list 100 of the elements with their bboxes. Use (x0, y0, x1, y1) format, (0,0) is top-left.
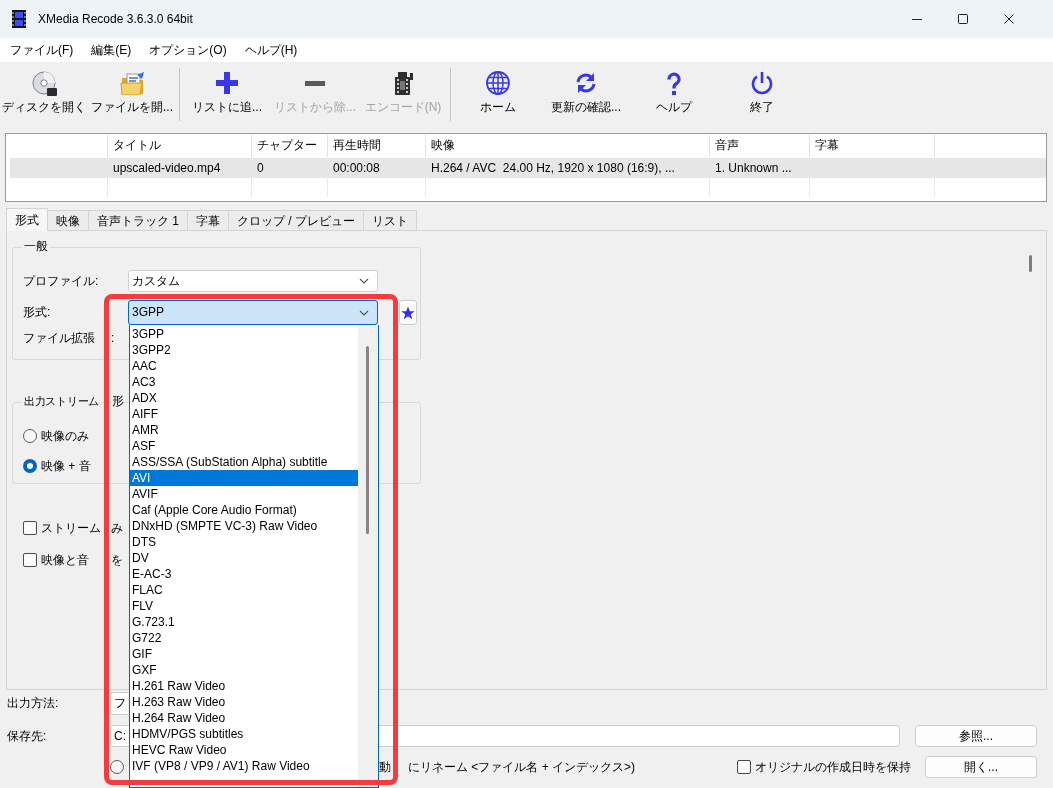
checkbox[interactable] (737, 760, 751, 774)
film-strip-icon (12, 10, 26, 28)
format-option[interactable]: E-AC-3 (130, 566, 358, 582)
option-label: を (111, 552, 123, 568)
plus-icon (216, 72, 238, 94)
table-cell-text: 00:00:08 (332, 160, 381, 177)
field-label: 保存先: (7, 728, 48, 744)
film-icon (393, 71, 413, 95)
tab[interactable]: クロップ / プレビュー (228, 210, 365, 230)
refresh-icon (576, 72, 596, 94)
option-label: み (111, 520, 123, 536)
option-label: 動 (379, 759, 391, 775)
column-header[interactable]: タイトル (108, 135, 252, 157)
column-header[interactable]: チャプター (252, 135, 328, 157)
star-button[interactable] (399, 300, 417, 325)
tab[interactable]: 形式 (6, 208, 48, 231)
column-header[interactable]: 音声 (710, 135, 810, 157)
toolbar-button[interactable]: 更新の確認... (542, 62, 630, 127)
maximize-icon (958, 14, 968, 24)
format-option[interactable]: DTS (130, 534, 358, 550)
table-row[interactable]: upscaled-video.mp4 0 00:00:08 H.264 / AVC 24.00 Hz, 1920 x 1080 (16:9), ... 1. Unknown ... (10, 158, 1046, 178)
output-method-dropdown[interactable]: フ (110, 692, 128, 715)
globe-icon (486, 71, 510, 95)
menu-item[interactable]: ヘルプ(H) (235, 40, 307, 60)
scrollbar[interactable] (358, 325, 378, 787)
format-dropdown[interactable]: 3GPP (128, 300, 378, 325)
checkbox[interactable] (23, 521, 37, 535)
group-title: 一般 (22, 238, 50, 254)
option-label: にリネーム <ファイル名 + インデックス>) (408, 759, 636, 775)
format-option[interactable]: 3GPP2 (130, 342, 358, 358)
menu-item[interactable]: ファイル(F) (1, 40, 83, 60)
folder-icon (120, 71, 144, 95)
toolbar-button[interactable]: 終了 (718, 62, 806, 127)
radio-button[interactable] (23, 459, 37, 473)
help-icon (667, 71, 681, 95)
format-option[interactable]: HDMV/PGS subtitles (130, 726, 358, 742)
power-icon (751, 71, 773, 95)
format-option[interactable]: DNxHD (SMPTE VC-3) Raw Video (130, 518, 358, 534)
format-option[interactable]: ADX (130, 390, 358, 406)
column-header[interactable]: 映像 (426, 135, 710, 157)
menu-item[interactable]: 編集(E) (82, 40, 141, 60)
table-cell-text: 1. Unknown ... (714, 160, 793, 177)
format-option[interactable]: AC3 (130, 374, 358, 390)
format-option[interactable]: GIF (130, 646, 358, 662)
close-icon (1004, 14, 1014, 24)
tab[interactable]: リスト (363, 210, 418, 230)
format-option[interactable]: G722 (130, 630, 358, 646)
format-option[interactable]: ASF (130, 438, 358, 454)
tab[interactable]: 字幕 (187, 210, 229, 230)
format-option[interactable]: AVI (130, 470, 358, 486)
format-option[interactable]: H.264 Raw Video (130, 710, 358, 726)
format-option[interactable]: AAC (130, 358, 358, 374)
star-icon (401, 305, 415, 320)
radio-button[interactable] (23, 429, 37, 443)
window-title: XMedia Recode 3.6.3.0 64bit (38, 11, 193, 27)
checkbox[interactable] (23, 553, 37, 567)
disc-icon (31, 70, 57, 96)
group-title: 形 (112, 393, 124, 409)
field-label: プロファイル: (23, 273, 100, 289)
tab[interactable]: 映像 (47, 210, 89, 230)
format-option[interactable]: H.261 Raw Video (130, 678, 358, 694)
column-header[interactable]: 字幕 (810, 135, 935, 157)
tab[interactable]: 音声トラック 1 (88, 210, 188, 230)
field-label: ファイル拡張 (23, 330, 95, 346)
format-option[interactable]: IVF (VP8 / VP9 / AV1) Raw Video (130, 758, 358, 774)
table-cell-text: upscaled-video.mp4 (112, 160, 222, 177)
toolbar-button[interactable]: ファイルを開... (88, 62, 176, 127)
format-option[interactable]: G.723.1 (130, 614, 358, 630)
chevron-icon (359, 309, 369, 316)
toolbar-button[interactable]: ホーム (454, 62, 542, 127)
format-option[interactable]: ASS/SSA (SubStation Alpha) subtitle (130, 454, 358, 470)
profile-dropdown[interactable]: カスタム (128, 270, 378, 292)
table-cell-text: H.264 / AVC 24.00 Hz, 1920 x 1080 (16:9), ... (430, 160, 676, 177)
toolbar-button[interactable]: ディスクを開く (0, 62, 88, 127)
menu-item[interactable]: オプション(O) (140, 40, 236, 60)
toolbar-button[interactable]: リストに追... (183, 62, 271, 127)
format-option[interactable]: 3GPP (130, 326, 358, 342)
scrollbar-thumb[interactable] (1029, 255, 1032, 272)
browse-button[interactable]: 参照... (915, 725, 1037, 747)
format-option[interactable]: DV (130, 550, 358, 566)
format-option[interactable]: GXF (130, 662, 358, 678)
minus-icon (305, 80, 325, 86)
table-cell-text: 0 (256, 160, 265, 177)
option-label: オリジナルの作成日時を保持 (755, 759, 911, 775)
option-label: ストリーム (41, 520, 101, 536)
format-option[interactable]: FLV (130, 598, 358, 614)
format-option[interactable]: AVIF (130, 486, 358, 502)
format-option[interactable]: AMR (130, 422, 358, 438)
toolbar-button[interactable]: ヘルプ (630, 62, 718, 127)
chevron-icon (359, 278, 369, 284)
format-option[interactable]: FLAC (130, 582, 358, 598)
radio-button[interactable] (110, 760, 124, 774)
open-button[interactable]: 開く... (925, 756, 1037, 778)
format-option[interactable]: Caf (Apple Core Audio Format) (130, 502, 358, 518)
field-label: 出力方法: (7, 696, 60, 711)
field-label: 形式: (23, 305, 52, 320)
option-label: 映像と音 (41, 552, 89, 568)
column-header[interactable]: 再生時間 (328, 135, 426, 157)
format-option[interactable]: H.263 Raw Video (130, 694, 358, 710)
format-option[interactable]: AIFF (130, 406, 358, 422)
